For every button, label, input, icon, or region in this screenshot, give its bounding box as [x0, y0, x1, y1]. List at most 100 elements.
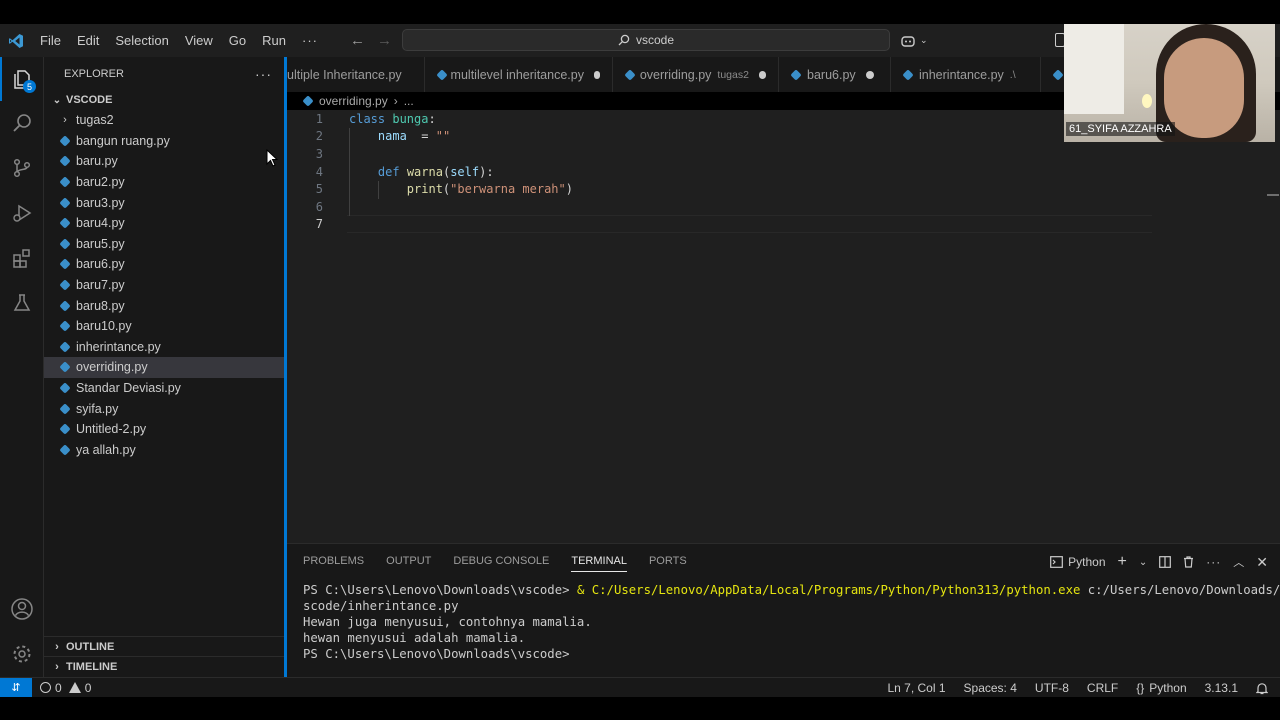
trash-icon[interactable] [1183, 556, 1194, 568]
menu-edit[interactable]: Edit [69, 33, 107, 48]
terminal-prompt: PS C:\Users\Lenovo\Downloads\vscode> [303, 647, 570, 661]
explorer-more-button[interactable]: ··· [255, 66, 272, 82]
menu-go[interactable]: Go [221, 33, 254, 48]
more-actions-icon[interactable]: ··· [1206, 555, 1221, 569]
tree-file[interactable]: Untitled-2.py [44, 419, 284, 440]
terminal-profile[interactable]: Python [1050, 555, 1106, 569]
terminal-command-arg: scode/inherintance.py [303, 599, 459, 613]
unsaved-dot-icon[interactable] [593, 70, 600, 79]
copilot-button[interactable]: ⌄ [900, 24, 928, 57]
tree-file[interactable]: syifa.py [44, 398, 284, 419]
tree-file[interactable]: baru6.py [44, 254, 284, 275]
split-terminal-icon[interactable] [1159, 556, 1172, 568]
tree-file[interactable]: baru4.py [44, 213, 284, 234]
python-file-icon [60, 259, 70, 269]
tree-file[interactable]: baru5.py [44, 234, 284, 255]
search-activity[interactable] [0, 101, 44, 145]
unsaved-dot-icon[interactable] [758, 70, 766, 79]
python-file-icon [625, 70, 634, 80]
keyword: class [349, 111, 386, 126]
maximize-panel-icon[interactable]: ︿ [1233, 554, 1244, 570]
panel-tab-ports[interactable]: PORTS [649, 555, 687, 567]
extensions-activity[interactable] [0, 236, 44, 280]
breadcrumb-file[interactable]: overriding.py [319, 94, 388, 108]
tree-folder[interactable]: › tugas2 [44, 110, 284, 131]
outline-section[interactable]: › OUTLINE [44, 636, 284, 657]
explorer-activity[interactable]: 5 [0, 57, 44, 101]
code-line: 4 def warna(self): [287, 163, 494, 181]
terminal-output[interactable]: PS C:\Users\Lenovo\Downloads\vscode> & C… [303, 582, 1280, 662]
tree-file[interactable]: baru3.py [44, 192, 284, 213]
run-debug-activity[interactable] [0, 191, 44, 235]
cursor-position[interactable]: Ln 7, Col 1 [887, 681, 945, 695]
chevron-down-icon[interactable]: ⌄ [1139, 557, 1147, 568]
code-text: print("berwarna merah") [349, 182, 573, 196]
tree-item-label: baru7.py [76, 278, 125, 293]
editor-tab[interactable]: overriding.py tugas2 [613, 57, 779, 92]
encoding[interactable]: UTF-8 [1035, 681, 1069, 695]
panel-tab-debug-console[interactable]: DEBUG CONSOLE [453, 555, 549, 567]
problems-status[interactable]: 0 0 [32, 681, 91, 695]
menu-more[interactable]: ··· [294, 33, 326, 48]
menu-selection[interactable]: Selection [107, 33, 176, 48]
tree-file[interactable]: inherintance.py [44, 337, 284, 358]
unsaved-dot-icon[interactable] [865, 70, 874, 79]
language-mode[interactable]: {} Python [1136, 681, 1186, 695]
remote-indicator[interactable]: ⇵ [0, 677, 32, 698]
tab-label: ultiple Inheritance.py [287, 67, 402, 82]
panel-tab-terminal[interactable]: TERMINAL [571, 555, 627, 572]
end-of-line[interactable]: CRLF [1087, 681, 1118, 695]
editor-tab[interactable]: multilevel inheritance.py [425, 57, 613, 92]
punctuation: : [428, 111, 436, 126]
tab-description: .\ [1009, 68, 1016, 81]
accounts-activity[interactable] [0, 587, 44, 631]
editor-tab[interactable]: baru6.py [779, 57, 891, 92]
terminal-output-line: hewan menyusui adalah mamalia. [303, 631, 526, 645]
python-version[interactable]: 3.13.1 [1205, 681, 1238, 695]
editor-tab[interactable]: ultiple Inheritance.py [287, 57, 425, 92]
python-file-icon [60, 239, 70, 249]
python-file-icon [60, 404, 70, 414]
command-center-label: vscode [635, 33, 675, 47]
menu-file[interactable]: File [32, 33, 69, 48]
tree-file[interactable]: baru.py [44, 151, 284, 172]
navigation-arrows: ← → [350, 24, 392, 57]
python-file-icon [60, 342, 70, 352]
menu-view[interactable]: View [177, 33, 221, 48]
tree-file[interactable]: baru2.py [44, 172, 284, 193]
breadcrumb-rest[interactable]: ... [404, 94, 414, 108]
new-terminal-icon[interactable]: + [1118, 553, 1127, 571]
tree-file[interactable]: ya allah.py [44, 440, 284, 461]
back-arrow-icon[interactable]: ← [350, 32, 365, 49]
tree-file[interactable]: baru10.py [44, 316, 284, 337]
workspace-folder[interactable]: ⌄ VSCODE [44, 90, 284, 110]
tree-file[interactable]: overriding.py [44, 357, 284, 378]
editor-tab[interactable]: inherintance.py .\ [891, 57, 1041, 92]
tree-file[interactable]: baru7.py [44, 275, 284, 296]
status-right: Ln 7, Col 1 Spaces: 4 UTF-8 CRLF {} Pyth… [887, 678, 1268, 698]
source-control-activity[interactable] [0, 146, 44, 190]
panel-tab-problems[interactable]: PROBLEMS [303, 555, 364, 567]
flask-icon [13, 294, 31, 311]
webcam-overlay: 61_SYIFA AZZAHRA [1064, 24, 1275, 142]
command-center-search[interactable]: vscode [402, 29, 890, 51]
panel-tab-output[interactable]: OUTPUT [386, 555, 431, 567]
timeline-section[interactable]: › TIMELINE [44, 656, 284, 677]
forward-arrow-icon[interactable]: → [377, 32, 392, 49]
settings-activity[interactable] [0, 632, 44, 676]
code-editor[interactable]: 1 class bunga: 2 nama = "" 3 4 def warna… [287, 110, 1280, 543]
tree-file[interactable]: Standar Deviasi.py [44, 378, 284, 399]
vscode-logo-icon [0, 24, 32, 57]
menu-run[interactable]: Run [254, 33, 294, 48]
tree-item-label: Untitled-2.py [76, 422, 147, 437]
notifications-bell-icon[interactable] [1256, 682, 1268, 695]
code-line: 6 [287, 198, 325, 216]
tree-item-label: baru6.py [76, 257, 125, 272]
terminal-output-line: Hewan juga menyusui, contohnya mamalia. [303, 615, 592, 629]
python-file-icon [60, 383, 70, 393]
tree-file[interactable]: bangun ruang.py [44, 131, 284, 152]
tree-file[interactable]: baru8.py [44, 295, 284, 316]
close-panel-icon[interactable]: ✕ [1256, 554, 1268, 571]
indentation[interactable]: Spaces: 4 [964, 681, 1017, 695]
testing-activity[interactable] [0, 281, 44, 325]
